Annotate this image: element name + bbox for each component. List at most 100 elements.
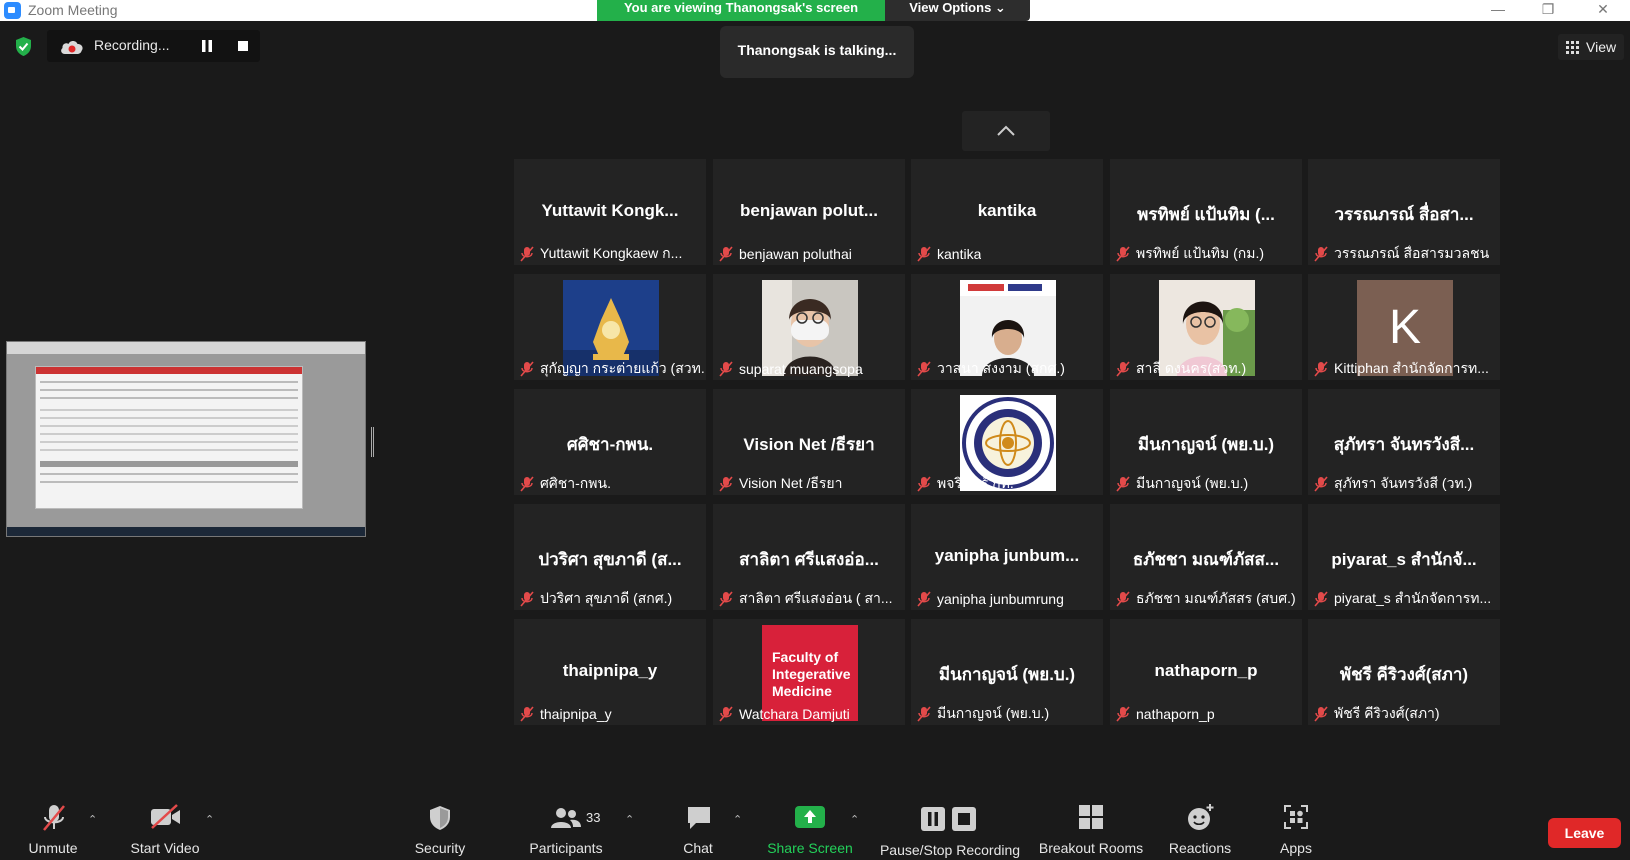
participant-tile[interactable]: yanipha junbum... yanipha junbumrung [911, 504, 1103, 610]
breakout-rooms-button[interactable]: Breakout Rooms [1036, 800, 1146, 858]
participant-tile[interactable]: พรทิพย์ แป้นทิม (... พรทิพย์ แป้นทิม (กม.… [1110, 159, 1302, 265]
mic-muted-icon [917, 476, 931, 492]
participant-nameplate: มีนกาญจน์ (พย.บ.) [1116, 475, 1248, 493]
participant-tile[interactable]: มีนกาญจน์ (พย.บ.) มีนกาญจน์ (พย.บ.) [1110, 389, 1302, 495]
participant-name: สุกัญญา กระต่ายแก้ว (สวท.) [540, 360, 704, 376]
leave-button[interactable]: Leave [1548, 818, 1621, 848]
cloud-recording-icon [61, 41, 83, 54]
reactions-button[interactable]: Reactions [1162, 800, 1238, 858]
participant-display-name: Yuttawit Kongk... [541, 201, 679, 220]
start-video-button[interactable]: Start Video [125, 800, 205, 858]
pause-stop-recording-button[interactable]: Pause/Stop Recording [876, 802, 1024, 860]
participant-tile[interactable]: kantika kantika [911, 159, 1103, 265]
view-button[interactable]: View [1558, 34, 1624, 60]
pause-recording-icon[interactable] [197, 37, 217, 55]
stop-recording-icon[interactable] [233, 37, 253, 55]
participant-tile[interactable]: K Kittiphan สำนักจัดการท... [1308, 274, 1500, 380]
mic-muted-icon [1116, 246, 1130, 262]
mic-muted-icon [1116, 361, 1130, 377]
recording-label: Recording... [94, 37, 170, 53]
shared-screen-thumbnail[interactable] [6, 341, 366, 537]
view-options-button[interactable]: View Options ⌄ [885, 0, 1030, 21]
participant-tile[interactable]: Vision Net /ธีรยา Vision Net /ธีรยา [713, 389, 905, 495]
chat-button[interactable]: Chat [668, 800, 728, 858]
chat-bubble-icon [688, 807, 710, 829]
gallery-scroll-up-button[interactable] [962, 111, 1050, 151]
audio-options-caret[interactable]: ⌃ [88, 813, 97, 826]
participant-nameplate: มีนกาญจน์ (พย.บ.) [917, 705, 1049, 723]
apps-button[interactable]: Apps [1266, 800, 1326, 858]
participant-name: วาสนา สงงาม (สกศ.) [937, 360, 1065, 376]
participant-tile[interactable]: ธภัชชา มณฑ์ภัสส... ธภัชชา มณฑ์ภัสสร (สบศ.… [1110, 504, 1302, 610]
mic-muted-icon [917, 246, 931, 262]
participant-name: nathaporn_p [1136, 706, 1215, 722]
participant-tile[interactable]: nathaporn_p nathaporn_p [1110, 619, 1302, 725]
mic-muted-icon [719, 706, 733, 722]
participant-name: พรทิพย์ แป้นทิม (กม.) [1136, 245, 1265, 261]
apps-label: Apps [1280, 840, 1312, 856]
participant-tile[interactable]: พัชรี คีริวงศ์(สภา) พัชรี คีริวงศ์(สภา) [1308, 619, 1500, 725]
window-title: Zoom Meeting [28, 2, 118, 18]
participant-tile[interactable]: Faculty of Integerative Medicine Watchara D… [713, 619, 905, 725]
participant-display-name: พรทิพย์ แป้นทิม (... [1137, 205, 1275, 224]
participant-nameplate: สุภัทรา จันทรวังสี (วท.) [1314, 475, 1472, 493]
unmute-button[interactable]: Unmute [18, 800, 88, 858]
participant-tile[interactable]: ปวริศา สุขภาดี (ส... ปวริศา สุขภาดี (สกศ.… [514, 504, 706, 610]
participant-display-name: Vision Net /ธีรยา [743, 435, 875, 454]
participant-nameplate: สาลิตา ศรีแสงอ่อน ( สา... [719, 590, 893, 608]
participant-display-name: kantika [977, 201, 1037, 220]
participant-tile[interactable]: สาลี่ ดงนคร(สวท.) [1110, 274, 1302, 380]
participant-tile[interactable]: พจรินทร์ กท. [911, 389, 1103, 495]
faculty-text-line: Medicine [772, 683, 832, 699]
participants-icon [551, 808, 581, 828]
security-shield-icon [430, 806, 450, 830]
participants-options-caret[interactable]: ⌃ [625, 813, 634, 826]
participant-tile[interactable]: benjawan polut... benjawan poluthai [713, 159, 905, 265]
participant-tile[interactable]: วาสนา สงงาม (สกศ.) [911, 274, 1103, 380]
participant-name: พัชรี คีริวงศ์(สภา) [1334, 705, 1440, 721]
participant-tile[interactable]: thaipnipa_y thaipnipa_y [514, 619, 706, 725]
minimize-button[interactable]: — [1480, 0, 1516, 21]
mic-muted-icon [520, 476, 534, 492]
participant-name: วรรณภรณ์ สื่อสารมวลชน [1334, 245, 1490, 261]
participant-nameplate: thaipnipa_y [520, 705, 612, 723]
participant-name: Vision Net /ธีรยา [739, 475, 843, 491]
chat-options-caret[interactable]: ⌃ [733, 813, 742, 826]
mic-muted-icon [1314, 591, 1328, 607]
share-options-caret[interactable]: ⌃ [850, 813, 859, 826]
split-drag-handle[interactable] [371, 427, 374, 457]
shared-app-window [35, 366, 303, 509]
participant-tile[interactable]: piyarat_s สำนักจั... piyarat_s สำนักจัดกา… [1308, 504, 1500, 610]
participant-tile[interactable]: วรรณภรณ์ สื่อสา... วรรณภรณ์ สื่อสารมวลชน [1308, 159, 1500, 265]
breakout-rooms-icon [1079, 805, 1103, 829]
participant-nameplate: yanipha junbumrung [917, 590, 1064, 608]
zoom-app-icon [4, 2, 21, 19]
restore-button[interactable]: ❐ [1530, 0, 1566, 21]
breakout-rooms-label: Breakout Rooms [1038, 840, 1144, 856]
viewing-screen-banner: You are viewing Thanongsak's screen [597, 0, 885, 21]
participant-name: มีนกาญจน์ (พย.บ.) [937, 705, 1050, 721]
participant-display-name: พัชรี คีริวงศ์(สภา) [1339, 665, 1469, 684]
participant-tile[interactable]: สุกัญญา กระต่ายแก้ว (สวท.) [514, 274, 706, 380]
participant-name: Yuttawit Kongkaew ก... [540, 245, 683, 261]
participant-display-name: วรรณภรณ์ สื่อสา... [1334, 205, 1474, 224]
mic-muted-icon [520, 706, 534, 722]
participant-tile[interactable]: สาลิตา ศรีแสงอ่อ... สาลิตา ศรีแสงอ่อน ( ส… [713, 504, 905, 610]
participant-tile[interactable]: Yuttawit Kongk... Yuttawit Kongkaew ก... [514, 159, 706, 265]
grid-view-icon [1566, 41, 1579, 54]
share-screen-button[interactable]: Share Screen [766, 800, 854, 858]
participant-tile[interactable]: suparat muangsopa [713, 274, 905, 380]
participant-tile[interactable]: สุภัทรา จันทรวังสี... สุภัทรา จันทรวังสี … [1308, 389, 1500, 495]
mic-muted-icon [719, 246, 733, 262]
participant-nameplate: Yuttawit Kongkaew ก... [520, 245, 682, 263]
share-screen-icon [795, 806, 825, 828]
participants-button[interactable]: Participants [526, 800, 606, 858]
close-button[interactable]: ✕ [1585, 0, 1621, 21]
security-button[interactable]: Security [408, 800, 472, 858]
shield-check-icon[interactable] [14, 36, 33, 57]
participant-tile[interactable]: มีนกาญจน์ (พย.บ.) มีนกาญจน์ (พย.บ.) [911, 619, 1103, 725]
video-options-caret[interactable]: ⌃ [205, 813, 214, 826]
video-off-icon [151, 804, 180, 829]
participant-tile[interactable]: ศศิชา-กพน. ศศิชา-กพน. [514, 389, 706, 495]
participant-name: Kittiphan สำนักจัดการท... [1334, 360, 1489, 376]
